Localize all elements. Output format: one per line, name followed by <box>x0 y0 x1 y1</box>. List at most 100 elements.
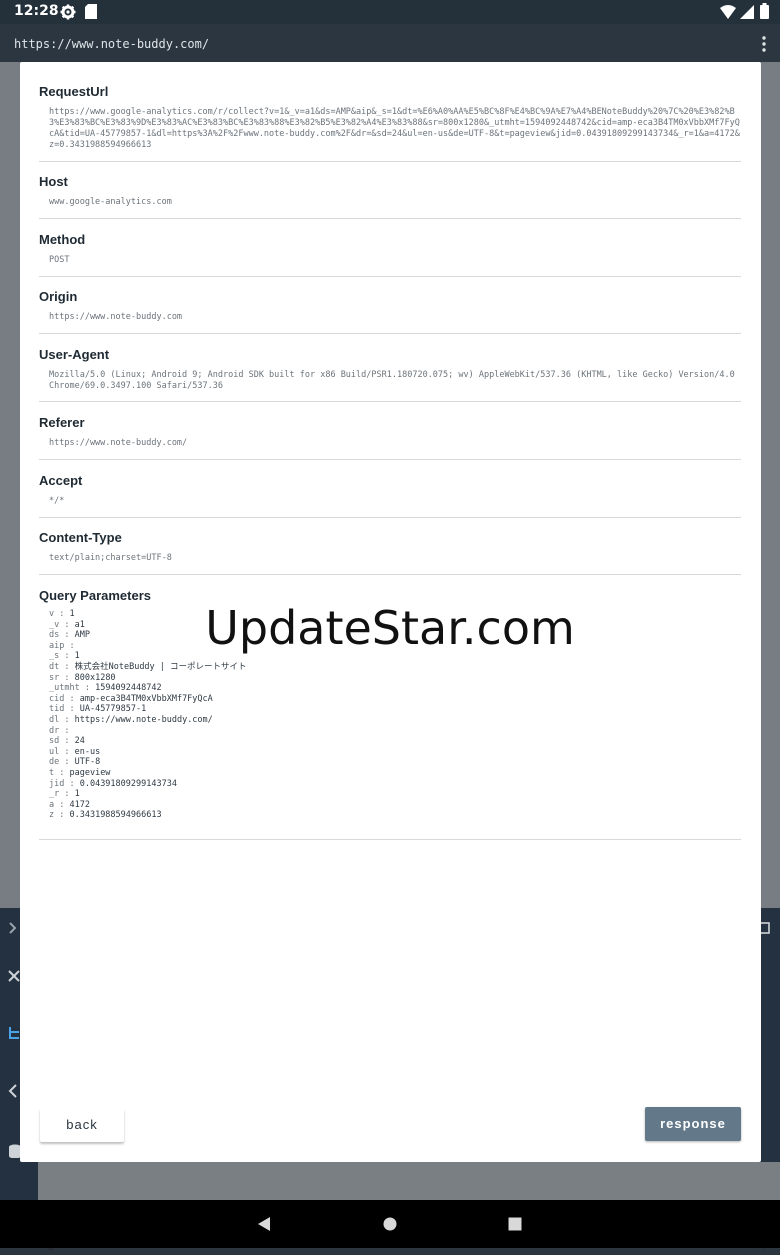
query-param-value: 1 <box>74 789 80 800</box>
section-value: Mozilla/5.0 (Linux; Android 9; Android S… <box>49 370 740 391</box>
query-parameter-row: t : pageview <box>49 768 741 779</box>
query-param-value: pageview <box>69 767 111 778</box>
section-value: www.google-analytics.com <box>49 197 172 207</box>
section-value: https://www.note-buddy.com <box>49 312 183 322</box>
section-label: Method <box>39 232 86 247</box>
query-param-value: 0.3431988594966613 <box>69 810 162 821</box>
section-value: text/plain;charset=UTF-8 <box>49 553 172 563</box>
section-label: Accept <box>39 473 83 488</box>
section-label: Referer <box>39 415 85 430</box>
query-param-separator: : <box>59 661 75 672</box>
query-param-separator: : <box>59 714 75 725</box>
divider <box>39 333 741 334</box>
query-param-value: UTF-8 <box>74 757 101 768</box>
section-content-type: Content-Type text/plain;charset=UTF-8 <box>39 530 741 575</box>
section-value: https://www.google-analytics.com/r/colle… <box>49 107 740 150</box>
query-param-key: _r <box>49 789 60 800</box>
close-icon <box>8 970 20 982</box>
divider <box>39 517 741 518</box>
response-button-label: response <box>660 1116 726 1131</box>
query-parameter-row: a : 4172 <box>49 800 741 811</box>
section-value: https://www.note-buddy.com/ <box>49 438 188 448</box>
query-param-separator: : <box>64 704 80 715</box>
code-icon <box>8 1084 17 1098</box>
section-label: RequestUrl <box>39 84 109 99</box>
sd-card-icon <box>85 4 97 23</box>
query-param-separator: : <box>54 767 70 778</box>
back-button[interactable]: back <box>40 1108 124 1142</box>
chevron-right-icon <box>9 922 17 934</box>
section-label: Content-Type <box>39 530 122 545</box>
section-value: POST <box>49 255 70 265</box>
query-parameter-row: sr : 800x1280 <box>49 673 741 684</box>
query-param-key: dr <box>49 725 60 736</box>
section-origin: Origin https://www.note-buddy.com <box>39 289 741 334</box>
query-parameter-row: dt : 株式会社NoteBuddy | コーポレートサイト <box>49 662 741 673</box>
nav-recents-icon[interactable] <box>508 1217 522 1231</box>
query-parameter-row: ul : en-us <box>49 747 741 758</box>
section-referer: Referer https://www.note-buddy.com/ <box>39 415 741 460</box>
tree-icon <box>9 1027 19 1039</box>
watermark: UpdateStar.com <box>205 601 575 655</box>
section-label: User-Agent <box>39 347 110 362</box>
query-param-separator: : <box>79 683 96 694</box>
query-param-separator: : <box>59 725 70 736</box>
divider <box>39 839 741 840</box>
filter-bar[interactable] <box>38 1162 780 1200</box>
query-parameter-row: dr : <box>49 726 741 737</box>
query-param-key: jid <box>49 778 65 789</box>
query-param-value: en-us <box>74 746 101 757</box>
section-value: */* <box>49 496 65 506</box>
query-parameter-row: z : 0.3431988594966613 <box>49 810 741 821</box>
query-parameter-row: tid : UA-45779857-1 <box>49 704 741 715</box>
response-button[interactable]: response <box>645 1107 741 1141</box>
query-param-separator: : <box>59 746 75 757</box>
back-button-label: back <box>66 1117 98 1132</box>
query-param-key: dl <box>49 714 60 725</box>
nav-home-icon[interactable] <box>383 1217 397 1231</box>
query-param-key: sd <box>49 736 60 747</box>
query-param-key: de <box>49 757 60 768</box>
query-param-separator: : <box>59 672 75 683</box>
query-param-separator: : <box>59 736 75 747</box>
divider <box>39 459 741 460</box>
section-user-agent: User-Agent Mozilla/5.0 (Linux; Android 9… <box>39 347 741 402</box>
nav-back-icon[interactable] <box>257 1217 271 1231</box>
query-parameter-row: _utmht : 1594092448742 <box>49 683 741 694</box>
battery-icon <box>760 3 769 23</box>
query-parameter-row: dl : https://www.note-buddy.com/ <box>49 715 741 726</box>
query-param-key: _utmht <box>49 683 80 694</box>
query-param-value: 800x1280 <box>74 672 116 683</box>
query-param-value: 1594092448742 <box>95 683 162 694</box>
divider <box>39 574 741 575</box>
query-param-value: 4172 <box>69 799 90 810</box>
query-param-key: dt <box>49 661 60 672</box>
url-text[interactable]: https://www.note-buddy.com/ <box>14 37 209 51</box>
query-param-key: sr <box>49 672 60 683</box>
section-label: Host <box>39 174 68 189</box>
divider <box>39 401 741 402</box>
gear-icon <box>60 4 76 24</box>
query-param-value: 株式会社NoteBuddy | コーポレートサイト <box>74 661 247 672</box>
divider <box>39 218 741 219</box>
section-request-url: RequestUrl https://www.google-analytics.… <box>39 84 741 162</box>
status-bar: 12:28 <box>0 0 780 24</box>
query-param-key: ul <box>49 746 60 757</box>
section-method: Method POST <box>39 232 741 277</box>
section-label: Origin <box>39 289 78 304</box>
navigation-bar <box>0 1200 780 1248</box>
query-param-separator: : <box>64 778 80 789</box>
query-param-separator: : <box>54 799 70 810</box>
query-param-separator: : <box>64 693 80 704</box>
query-param-value: amp-eca3B4TM0xVbbXMf7FyQcA <box>79 693 213 704</box>
query-param-separator: : <box>59 757 75 768</box>
url-bar: https://www.note-buddy.com/ <box>0 24 780 78</box>
divider <box>39 276 741 277</box>
query-parameter-row: cid : amp-eca3B4TM0xVbbXMf7FyQcA <box>49 694 741 705</box>
more-vert-icon[interactable] <box>762 36 766 56</box>
section-host: Host www.google-analytics.com <box>39 174 741 219</box>
query-param-value: https://www.note-buddy.com/ <box>74 714 213 725</box>
query-param-separator: : <box>54 810 70 821</box>
query-param-key: cid <box>49 693 65 704</box>
section-accept: Accept */* <box>39 473 741 518</box>
